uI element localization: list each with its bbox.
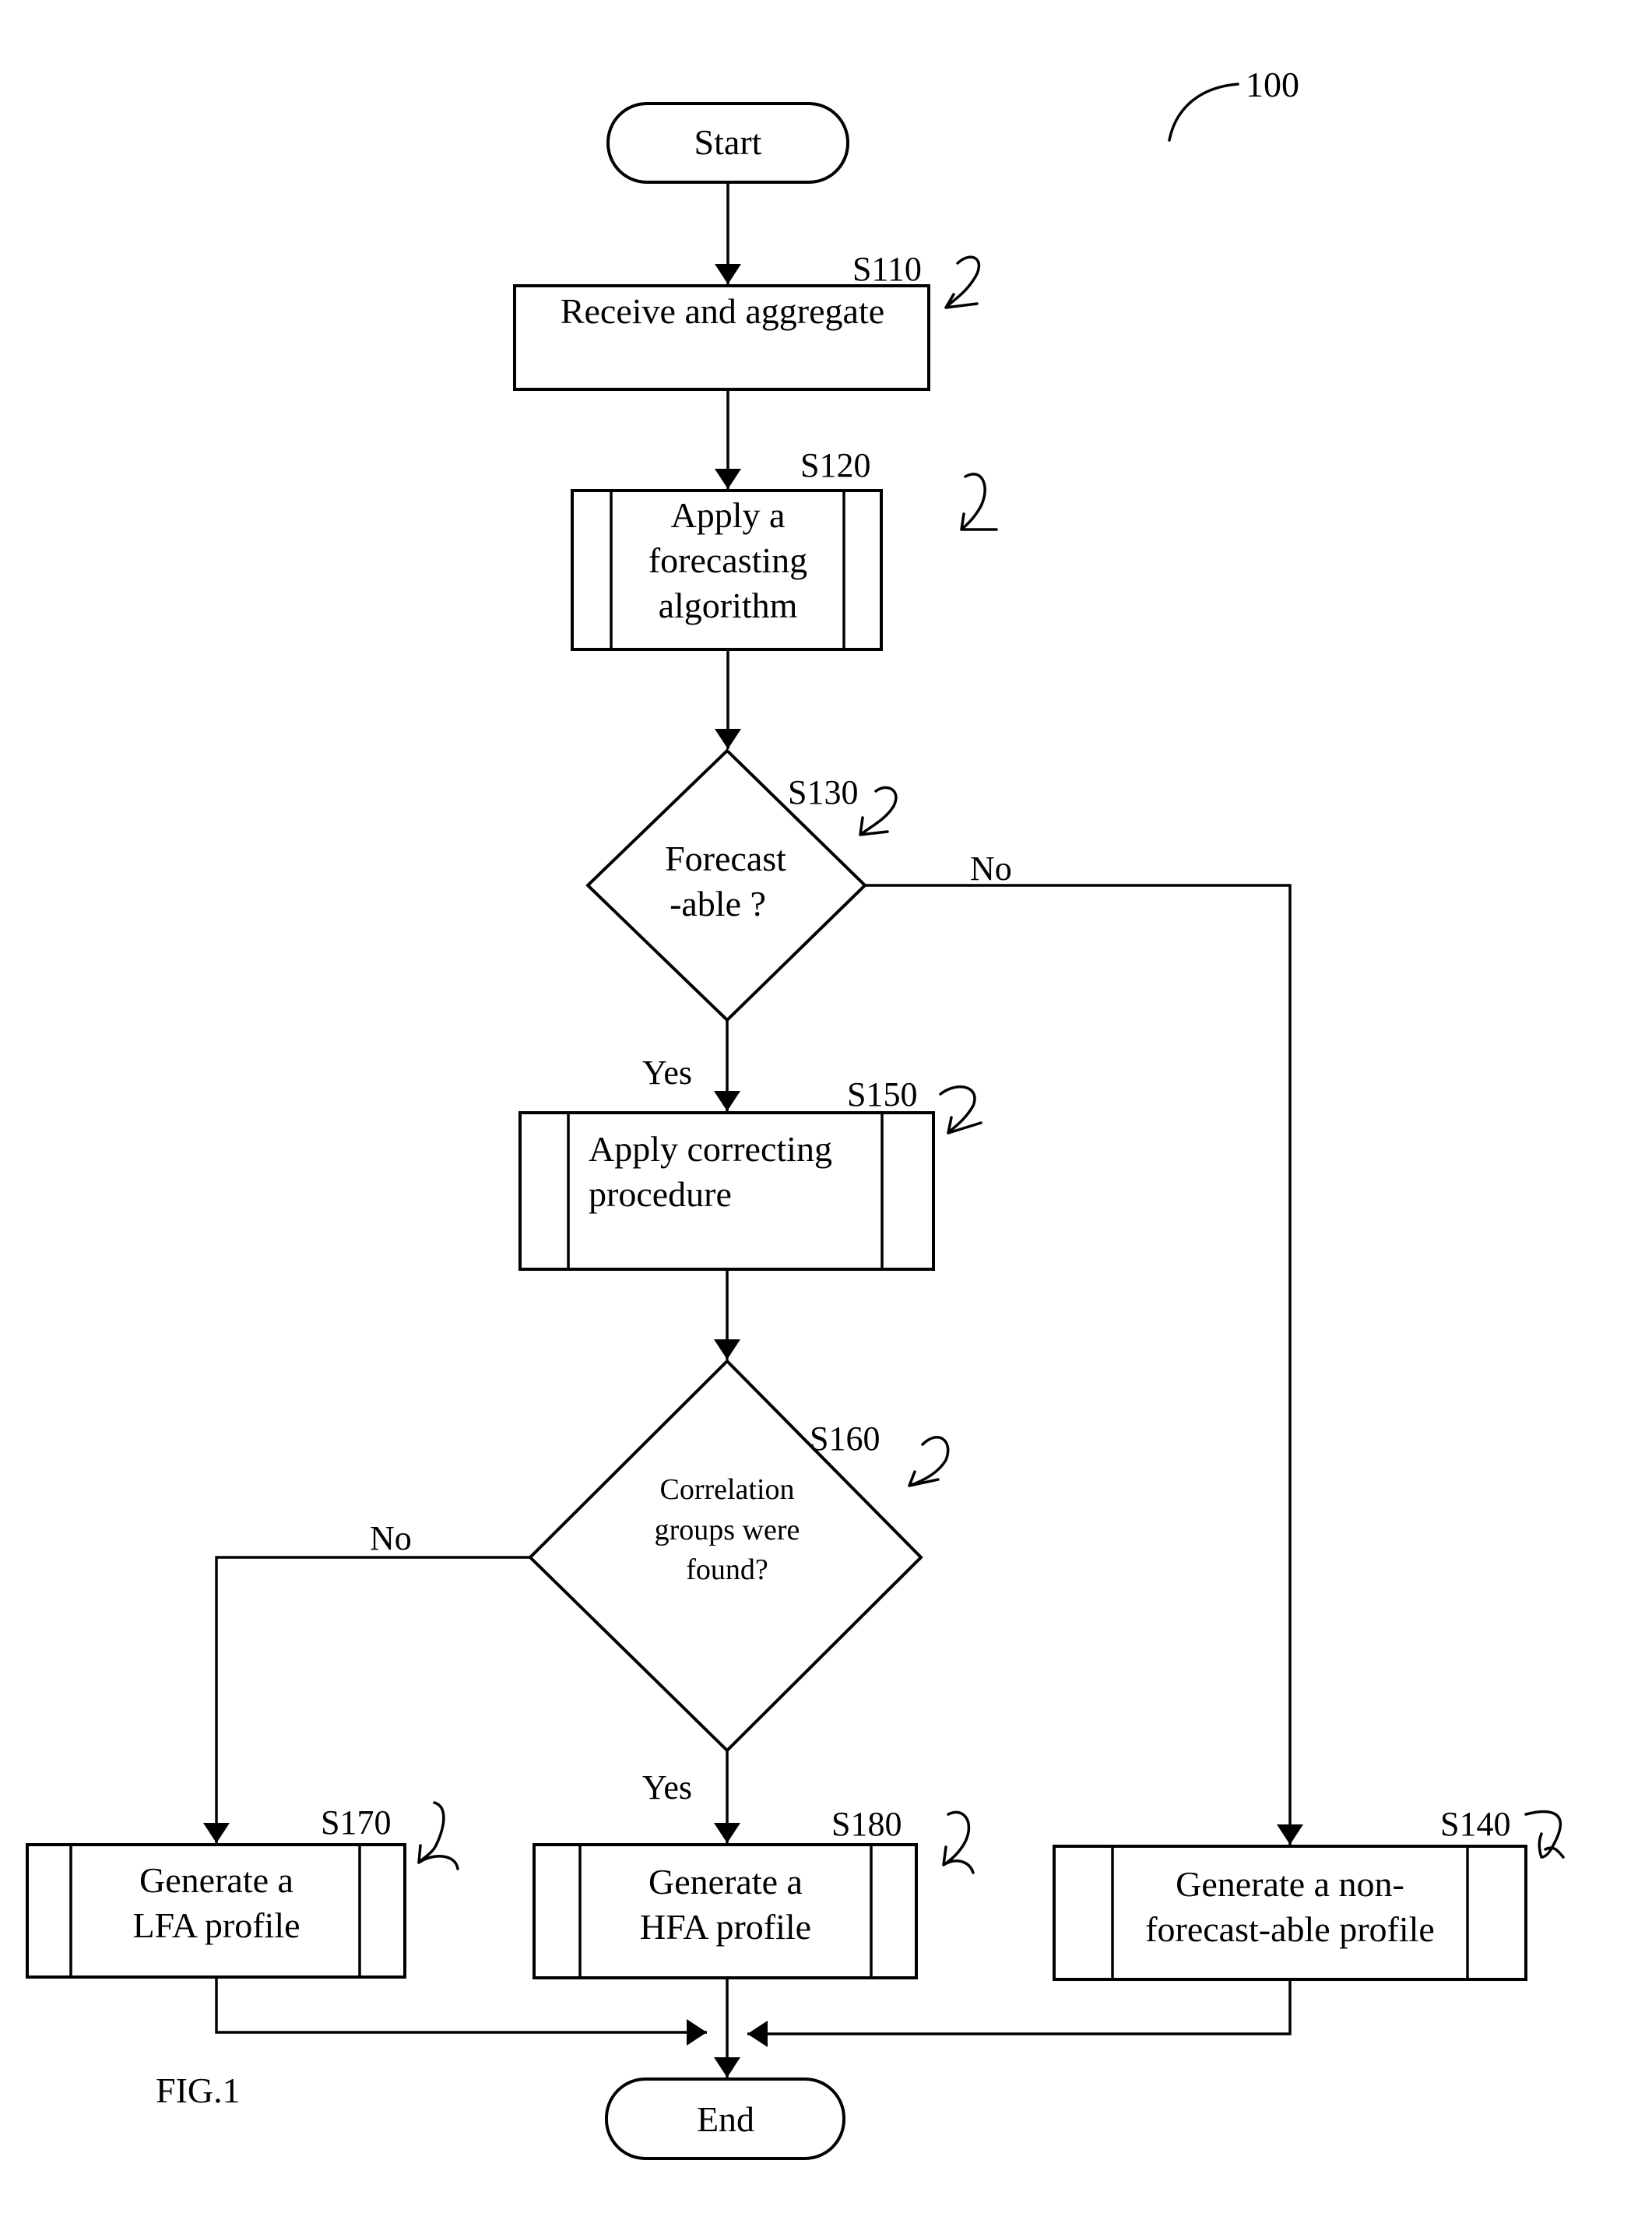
s120-text-line-3: algorithm bbox=[659, 586, 798, 625]
step-s110: Receive and aggregate S110 bbox=[513, 250, 981, 391]
s160-text-line-1: Correlation bbox=[659, 1473, 794, 1506]
s180-text-line-1: Generate a bbox=[648, 1862, 803, 1902]
step-s180: Generate a HFA profile S180 bbox=[533, 1805, 975, 1979]
edge-s140-merge bbox=[747, 1979, 1292, 2047]
start-terminal: Start bbox=[606, 102, 849, 184]
reference-numeral: 100 bbox=[1168, 65, 1299, 142]
s180-step-label: S180 bbox=[831, 1805, 902, 1843]
decision-s130: Forecast -able ? S130 bbox=[585, 748, 898, 1022]
s110-step-label: S110 bbox=[852, 250, 922, 288]
s130-leader-icon bbox=[859, 786, 898, 836]
s110-text-line-1: Receive and aggregate bbox=[561, 291, 884, 331]
flowchart: 100 Start Receive and aggregate S110 App… bbox=[26, 65, 1565, 2160]
edge-s130-no bbox=[865, 884, 1303, 1845]
s130-step-label: S130 bbox=[788, 773, 858, 811]
s130-text-line-1: Forecast bbox=[665, 839, 786, 878]
s150-text-line-1: Apply correcting bbox=[589, 1129, 832, 1169]
s160-no-label: No bbox=[370, 1519, 412, 1557]
s130-text-line-2: -able ? bbox=[670, 884, 766, 924]
s170-text-line-2: LFA profile bbox=[132, 1905, 300, 1945]
s150-leader-icon bbox=[939, 1085, 982, 1135]
s120-text-line-2: forecasting bbox=[648, 540, 807, 580]
s160-yes-label: Yes bbox=[642, 1768, 692, 1807]
s130-no-label: No bbox=[970, 850, 1012, 888]
s160-text-line-2: groups were bbox=[655, 1514, 800, 1546]
s140-leader-icon bbox=[1524, 1810, 1565, 1859]
decision-s160: Correlation groups were found? S160 bbox=[528, 1359, 950, 1753]
s170-text-line-1: Generate a bbox=[139, 1860, 293, 1900]
step-s170: Generate a LFA profile S170 bbox=[26, 1801, 459, 1979]
step-s150: Apply correcting procedure S150 bbox=[518, 1075, 982, 1271]
s160-step-label: S160 bbox=[810, 1420, 880, 1458]
s180-leader-icon bbox=[942, 1810, 975, 1874]
s160-leader-icon bbox=[908, 1436, 950, 1487]
leader-line bbox=[1168, 83, 1239, 142]
s120-step-label: S120 bbox=[800, 446, 870, 484]
s170-leader-icon bbox=[417, 1801, 459, 1870]
start-label: Start bbox=[694, 122, 762, 162]
s120-leader-icon bbox=[960, 473, 998, 531]
s180-text-line-2: HFA profile bbox=[640, 1907, 811, 1947]
s140-text-line-2: forecast-able profile bbox=[1145, 1909, 1435, 1949]
s140-step-label: S140 bbox=[1440, 1805, 1510, 1843]
figure-caption: FIG.1 bbox=[156, 2070, 241, 2110]
s140-text-line-1: Generate a non- bbox=[1176, 1864, 1404, 1904]
s150-text-line-2: procedure bbox=[589, 1174, 732, 1214]
end-label: End bbox=[697, 2099, 754, 2139]
s150-step-label: S150 bbox=[847, 1075, 917, 1114]
s110-leader-icon bbox=[944, 255, 981, 309]
end-terminal: End bbox=[605, 2078, 845, 2160]
edge-s170-merge bbox=[215, 1977, 707, 2046]
s120-text-line-1: Apply a bbox=[671, 495, 786, 535]
step-s140: Generate a non- forecast-able profile S1… bbox=[1053, 1805, 1565, 1981]
s130-yes-label: Yes bbox=[642, 1054, 692, 1092]
s160-text-line-3: found? bbox=[686, 1553, 768, 1586]
reference-number: 100 bbox=[1246, 65, 1299, 104]
step-s120: Apply a forecasting algorithm S120 bbox=[571, 446, 998, 651]
edge-s160-no bbox=[203, 1556, 530, 1843]
s170-step-label: S170 bbox=[321, 1803, 391, 1842]
